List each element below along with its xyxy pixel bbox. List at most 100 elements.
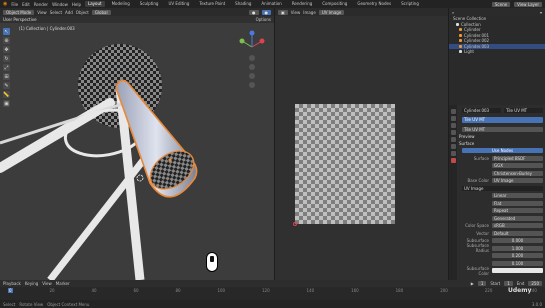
filter-icon[interactable]: ▾ xyxy=(540,10,542,15)
base-color-label: Base Color xyxy=(467,178,489,183)
rotate-tool-icon[interactable]: ↻ xyxy=(3,55,10,62)
properties-tabs xyxy=(449,105,457,280)
object-name: Cylinder.003 xyxy=(462,107,501,113)
current-frame-field[interactable]: 1 xyxy=(477,281,487,286)
radius-x-field[interactable]: 1.000 xyxy=(492,245,543,251)
uv-menu-view[interactable]: View xyxy=(291,10,301,15)
object-tab-icon[interactable] xyxy=(450,144,456,149)
material-breadcrumb: Tile UV MT xyxy=(504,107,543,113)
uv-image-editor[interactable]: ▣ View Image UV Image xyxy=(275,8,448,280)
tab-compositing[interactable]: Compositing xyxy=(319,1,350,7)
distribution-field[interactable]: GGX xyxy=(492,163,543,168)
subsurface-method-field[interactable]: Christensen-Burley xyxy=(492,170,543,176)
render-tab-icon[interactable] xyxy=(450,116,456,121)
annotate-tool-icon[interactable]: ✎ xyxy=(3,82,10,89)
material-slot[interactable]: Tile UV MT xyxy=(462,116,543,123)
base-color-field[interactable]: UV Image xyxy=(492,178,543,183)
transform-tool-icon[interactable]: ⊞ xyxy=(3,73,10,80)
view-layer-selector[interactable]: View Layer xyxy=(514,1,542,7)
subsurface-field[interactable]: 0.000 xyxy=(492,238,543,243)
menu-render[interactable]: Render xyxy=(34,2,48,7)
tab-geometry-nodes[interactable]: Geometry Nodes xyxy=(354,1,394,7)
menu-marker[interactable]: Marker xyxy=(56,281,70,286)
outliner-item[interactable]: Light xyxy=(449,49,545,55)
menu-edit[interactable]: Edit xyxy=(22,2,30,7)
menu-file[interactable]: File xyxy=(11,2,18,7)
tab-shading[interactable]: Shading xyxy=(232,1,254,7)
menu-window[interactable]: Window xyxy=(52,2,68,7)
subsurface-color-swatch[interactable] xyxy=(492,268,543,273)
menu-playback[interactable]: Playback xyxy=(3,281,21,286)
play-button[interactable]: ▶ xyxy=(471,281,474,286)
color-space-field[interactable]: sRGB xyxy=(492,223,543,228)
mesh-icon xyxy=(459,33,462,37)
uv-checker-image[interactable] xyxy=(295,104,395,224)
preview-section[interactable]: Preview xyxy=(459,134,543,140)
status-bar: Select Rotate View Object Context Menu 3… xyxy=(0,300,545,308)
mesh-icon xyxy=(459,44,462,48)
extension-field[interactable]: Repeat xyxy=(492,208,543,213)
scene-selector[interactable]: Scene xyxy=(491,1,511,7)
end-frame-field[interactable]: 250 xyxy=(528,281,542,286)
move-tool-icon[interactable]: ✥ xyxy=(3,46,10,53)
start-frame-field[interactable]: 1 xyxy=(504,281,513,286)
editor-type-selector[interactable]: ▣ xyxy=(278,9,288,15)
radius-z-field[interactable]: 0.100 xyxy=(492,260,543,266)
mouse-hint-icon xyxy=(206,252,218,272)
projection-field[interactable]: Flat xyxy=(492,200,543,206)
use-nodes-button[interactable]: Use Nodes xyxy=(462,148,543,153)
scale-tool-icon[interactable]: ⤢ xyxy=(3,64,10,71)
tab-rendering[interactable]: Rendering xyxy=(289,1,315,7)
uv-menu-image[interactable]: Image xyxy=(303,10,316,15)
uv-2d-cursor xyxy=(293,222,297,226)
add-cube-icon[interactable]: ▣ xyxy=(3,100,10,107)
menu-keying[interactable]: Keying xyxy=(25,281,38,286)
tab-texture-paint[interactable]: Texture Paint xyxy=(196,1,228,7)
status-rotate: Rotate View xyxy=(19,301,44,307)
uv-image-selector[interactable]: UV Image xyxy=(318,9,345,15)
tab-scripting[interactable]: Scripting xyxy=(398,1,422,7)
tab-modeling[interactable]: Modeling xyxy=(109,1,133,7)
menu-view[interactable]: View xyxy=(42,281,52,286)
scene-tab-icon[interactable] xyxy=(450,130,456,135)
interpolation-field[interactable]: Linear xyxy=(492,193,543,198)
udemy-watermark: Udemy xyxy=(508,287,532,294)
blender-logo-icon[interactable]: ◉ xyxy=(3,1,7,7)
image-name-field[interactable]: UV Image xyxy=(462,185,543,191)
outliner: ⌕ ▾ Scene Collection Collection Cylinder… xyxy=(449,8,545,105)
modifier-tab-icon[interactable] xyxy=(450,151,456,156)
surface-section[interactable]: Surface xyxy=(459,141,543,147)
subsurface-color-label: Subsurface Color xyxy=(466,265,489,276)
timeline[interactable]: Playback Keying View Marker ▶ 1 Start 1 … xyxy=(0,280,545,300)
surface-shader-field[interactable]: Principled BSDF xyxy=(492,155,543,161)
vector-label: Vector xyxy=(476,230,489,236)
tab-uv-editing[interactable]: UV Editing xyxy=(165,1,192,7)
viewport-3d[interactable]: Object Mode View Select Add Object Globa… xyxy=(0,8,274,280)
color-space-label: Color Space xyxy=(465,223,489,228)
tab-sculpting[interactable]: Sculpting xyxy=(137,1,162,7)
world-tab-icon[interactable] xyxy=(450,137,456,142)
navigation-gizmo[interactable] xyxy=(190,23,270,113)
light-icon xyxy=(459,50,462,54)
material-selector[interactable]: Tile UV MT xyxy=(462,126,543,132)
source-field[interactable]: Generated xyxy=(492,215,543,221)
measure-tool-icon[interactable]: 📏 xyxy=(3,91,10,98)
timeline-ruler: 0 20 40 60 80 100 120 140 160 180 200 22… xyxy=(0,288,545,293)
top-menu-bar: ◉ File Edit Render Window Help Layout Mo… xyxy=(0,0,545,8)
tick: 40 xyxy=(91,288,97,293)
material-tab-icon[interactable] xyxy=(450,158,456,163)
tab-animation[interactable]: Animation xyxy=(258,1,284,7)
tool-shelf: ↖ ⊕ ✥ ↻ ⤢ ⊞ ✎ 📏 ▣ xyxy=(3,28,11,107)
output-tab-icon[interactable] xyxy=(450,123,456,128)
tool-tab-icon[interactable] xyxy=(450,109,456,114)
vector-field[interactable]: Default xyxy=(492,230,543,236)
subsurface-radius-label: Subsurface Radius xyxy=(466,243,489,253)
3d-cursor xyxy=(136,174,144,182)
tab-layout[interactable]: Layout xyxy=(84,1,105,7)
radius-y-field[interactable]: 0.200 xyxy=(492,253,543,258)
menu-help[interactable]: Help xyxy=(72,2,81,7)
cursor-tool-icon[interactable]: ⊕ xyxy=(3,37,10,44)
select-box-icon[interactable]: ↖ xyxy=(3,28,10,35)
status-context: Object Context Menu xyxy=(47,301,90,307)
search-icon[interactable]: ⌕ xyxy=(452,10,454,15)
